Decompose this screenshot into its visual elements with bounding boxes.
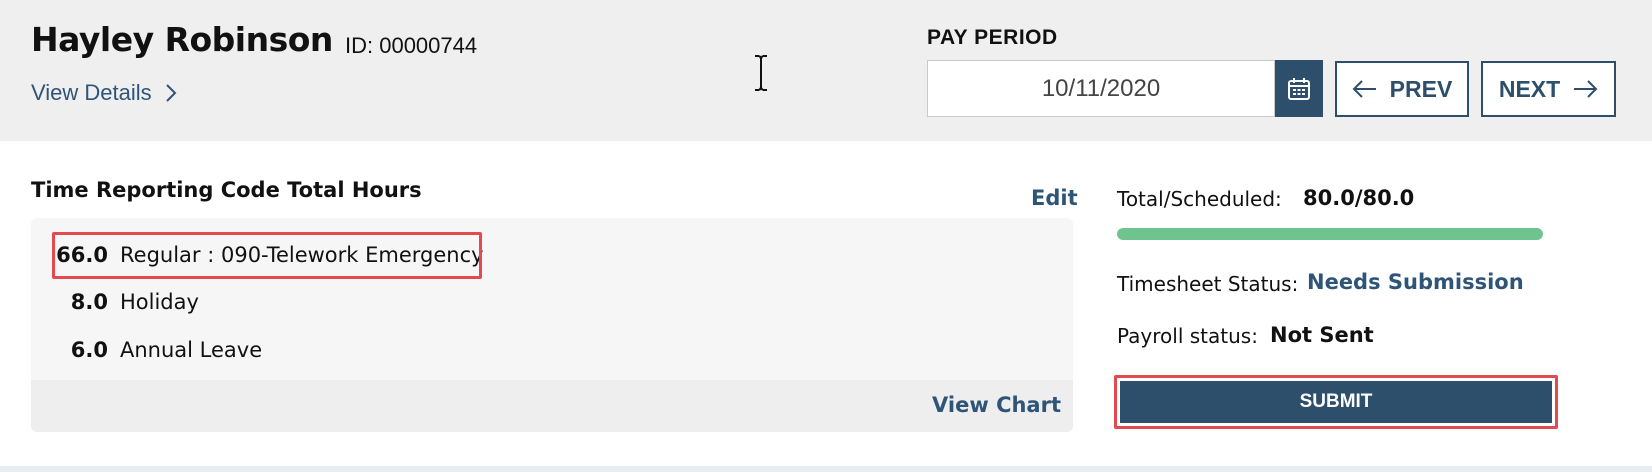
arrow-right-icon <box>1574 80 1598 98</box>
trc-hours: 8.0 <box>70 290 108 314</box>
view-details-label: View Details <box>31 80 152 105</box>
text-cursor-icon <box>755 55 767 91</box>
calendar-button[interactable] <box>1275 60 1323 117</box>
hours-progress-fill <box>1117 228 1543 240</box>
highlight-annotation <box>52 232 482 279</box>
next-button[interactable]: NEXT <box>1481 61 1616 117</box>
view-details-link[interactable]: View Details <box>31 80 178 106</box>
trc-section-title: Time Reporting Code Total Hours <box>31 178 422 202</box>
pay-period-label: PAY PERIOD <box>927 26 1058 49</box>
employee-name: Hayley Robinson <box>31 20 333 59</box>
submit-button[interactable]: SUBMIT <box>1120 381 1552 423</box>
timesheet-status-label: Timesheet Status: <box>1117 272 1299 296</box>
employee-header: Hayley Robinson ID: 00000744 View Detail… <box>0 0 1652 141</box>
view-chart-link[interactable]: View Chart <box>932 393 1061 417</box>
timesheet-status-value: Needs Submission <box>1307 270 1524 294</box>
trc-hours: 6.0 <box>70 338 108 362</box>
trc-hours-panel: 66.0 Regular : 090-Telework Emergency 8.… <box>31 218 1073 432</box>
arrow-left-icon <box>1352 80 1376 98</box>
trc-row: 8.0 Holiday <box>31 282 199 322</box>
prev-label: PREV <box>1389 75 1453 102</box>
payroll-status-value: Not Sent <box>1270 323 1374 347</box>
edit-link[interactable]: Edit <box>1031 186 1078 210</box>
page-divider <box>0 466 1652 472</box>
pay-period-date-input[interactable] <box>927 60 1275 117</box>
trc-code: Annual Leave <box>120 338 263 362</box>
payroll-status-label: Payroll status: <box>1117 324 1258 348</box>
chevron-right-icon <box>165 84 177 102</box>
prev-button[interactable]: PREV <box>1335 61 1469 117</box>
hours-progress-bar <box>1117 228 1543 240</box>
total-scheduled-value: 80.0/80.0 <box>1303 186 1415 210</box>
calendar-icon <box>1288 77 1310 100</box>
total-scheduled-label: Total/Scheduled: <box>1117 187 1282 211</box>
employee-id: ID: 00000744 <box>345 33 478 58</box>
trc-code: Holiday <box>120 290 199 314</box>
trc-row: 6.0 Annual Leave <box>31 330 262 370</box>
trc-panel-footer: View Chart <box>31 380 1073 432</box>
next-label: NEXT <box>1498 75 1561 102</box>
